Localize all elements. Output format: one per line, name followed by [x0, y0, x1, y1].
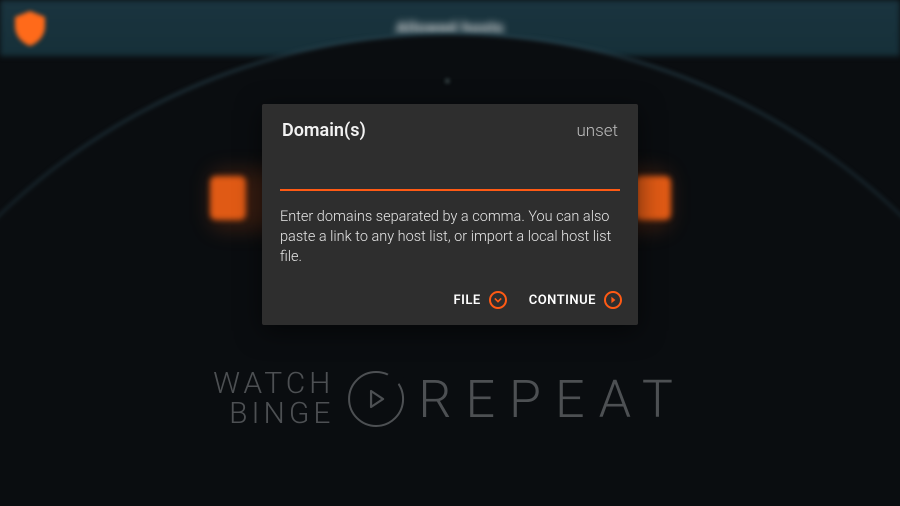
watermark-line2: BINGE [213, 399, 334, 430]
continue-button[interactable]: CONTINUE [529, 291, 622, 309]
dialog-title: Domain(s) [282, 120, 366, 141]
background-dot: • [445, 78, 455, 86]
background-blur-right [635, 176, 671, 220]
dialog-input-wrap [262, 155, 638, 191]
dialog-status: unset [576, 121, 618, 141]
watermark-stack: WATCH BINGE [213, 369, 334, 430]
background-blur-left [210, 176, 246, 220]
file-button-label: FILE [453, 293, 480, 308]
watermark-repeat: REPEAT [418, 369, 687, 430]
watermark: WATCH BINGE REPEAT [213, 369, 687, 430]
replay-icon [348, 371, 404, 427]
watermark-line1: WATCH [213, 369, 334, 400]
app-shield-icon [10, 8, 50, 48]
domain-input[interactable] [280, 157, 620, 191]
play-circle-icon [604, 291, 622, 309]
dialog-help-text: Enter domains separated by a comma. You … [262, 191, 638, 285]
dialog-actions: FILE CONTINUE [262, 285, 638, 325]
file-button[interactable]: FILE [453, 291, 506, 309]
chevron-down-circle-icon [489, 291, 507, 309]
domain-dialog: Domain(s) unset Enter domains separated … [262, 104, 638, 325]
continue-button-label: CONTINUE [529, 293, 596, 308]
dialog-header: Domain(s) unset [262, 104, 638, 155]
